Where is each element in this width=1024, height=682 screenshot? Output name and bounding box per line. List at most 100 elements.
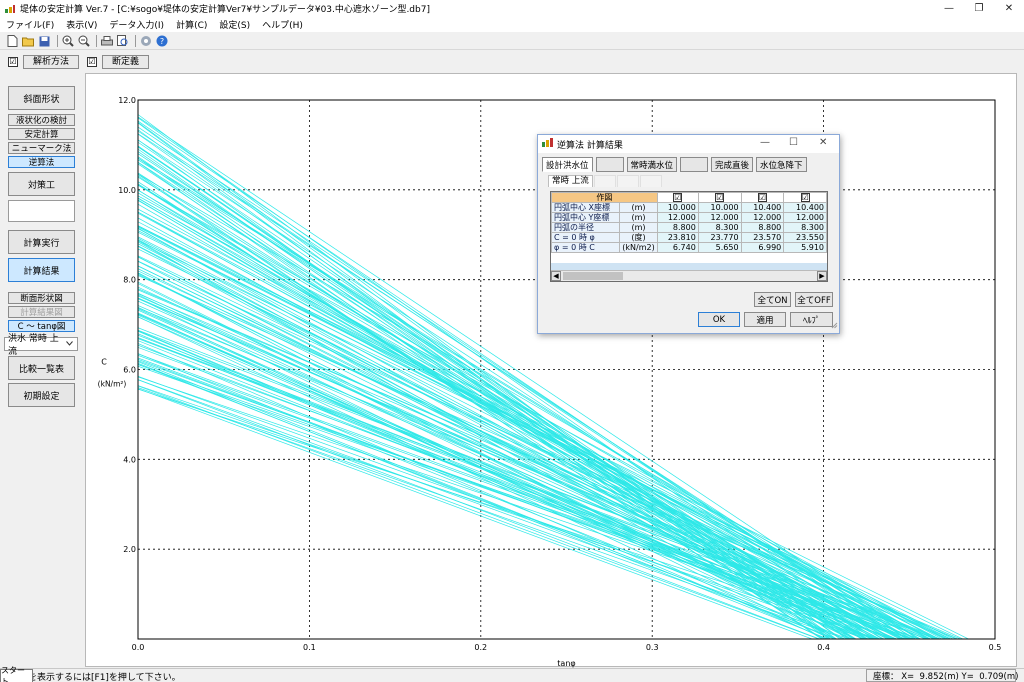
table-cell[interactable]: 12.000 <box>656 212 699 223</box>
menu-view[interactable]: 表示(V) <box>66 18 97 31</box>
table-cell[interactable]: 12.000 <box>783 212 827 223</box>
analysis-method-button[interactable]: 解析方法 <box>23 54 80 69</box>
zoom-in-icon[interactable] <box>61 35 74 48</box>
dialog-maximize-button[interactable]: ☐ <box>789 137 798 148</box>
calculation-result-button[interactable]: 計算結果 <box>8 258 75 282</box>
menu-settings[interactable]: 設定(S) <box>219 18 250 31</box>
menu-calculate[interactable]: 計算(C) <box>176 18 207 31</box>
start-button[interactable]: スタート <box>0 666 33 682</box>
comparison-list-button[interactable]: 比較一覧表 <box>8 356 75 380</box>
table-cell[interactable]: 23.810 <box>656 232 699 243</box>
maximize-button[interactable]: ❐ <box>964 0 994 17</box>
help-button[interactable]: ﾍﾙﾌﾟ <box>790 312 833 327</box>
draw-checkbox[interactable]: ☑ <box>656 192 699 203</box>
close-button[interactable]: ✕ <box>994 0 1024 17</box>
table-cell[interactable]: 10.400 <box>740 202 785 213</box>
table-cell[interactable]: 8.300 <box>783 222 827 233</box>
menu-data-input[interactable]: データ入力(I) <box>109 18 164 31</box>
table-cell[interactable]: 5.910 <box>783 242 827 253</box>
y-tick-label: 8.0 <box>123 276 136 285</box>
dialog-close-button[interactable]: ✕ <box>819 137 827 148</box>
draw-checkbox[interactable]: ☑ <box>697 192 742 203</box>
x-axis-label: tanφ <box>557 659 575 668</box>
checkbox-1[interactable]: ☑ <box>673 193 683 202</box>
table-cell[interactable]: 6.740 <box>656 242 699 253</box>
print-preview-icon[interactable] <box>116 35 129 48</box>
checkbox-2[interactable]: ☑ <box>715 193 725 202</box>
section-figure-button[interactable]: 断面形状図 <box>8 292 75 304</box>
table-cell[interactable]: 10.000 <box>656 202 699 213</box>
scroll-left-arrow[interactable]: ◀ <box>551 271 561 281</box>
table-cell[interactable]: 12.000 <box>697 212 742 223</box>
menu-file[interactable]: ファイル(F) <box>6 18 54 31</box>
zoom-out-icon[interactable] <box>77 35 90 48</box>
result-figure-button[interactable]: 計算結果図 <box>8 306 75 318</box>
checkbox-3[interactable]: ☑ <box>757 193 767 202</box>
case-select[interactable]: 洪水 常時 上流 <box>4 334 78 357</box>
tab-rapid-drawdown[interactable]: 水位急降下 <box>756 157 807 172</box>
table-cell[interactable]: 5.650 <box>697 242 742 253</box>
row-unit: (kN/m2) <box>619 242 658 253</box>
liquefaction-button[interactable]: 液状化の検討 <box>8 114 75 126</box>
tab-design-flood[interactable]: 設計洪水位 <box>542 157 593 172</box>
subtab-empty[interactable] <box>593 175 616 187</box>
table-cell[interactable]: 10.400 <box>783 202 827 213</box>
tab-blank-2[interactable] <box>680 157 709 172</box>
tab-normal-full[interactable]: 常時満水位 <box>626 157 678 172</box>
newmark-button[interactable]: ニューマーク法 <box>8 142 75 154</box>
reverse-analysis-button[interactable]: 逆算法 <box>8 156 75 168</box>
menu-help[interactable]: ヘルプ(H) <box>262 18 303 31</box>
result-dialog: 逆算法 計算結果 — ☐ ✕ 設計洪水位 常時満水位 完成直後 水位急降下 常時… <box>537 134 840 334</box>
settings-icon[interactable] <box>139 35 152 48</box>
scroll-thumb[interactable] <box>563 272 623 280</box>
help-icon[interactable]: ? <box>155 35 168 48</box>
all-on-button[interactable]: 全てON <box>754 292 791 307</box>
save-icon[interactable] <box>38 35 51 48</box>
table-row: 円弧中心 Y座標 (m) 12.000 12.000 12.000 12.000 <box>551 212 827 223</box>
new-file-icon[interactable] <box>6 35 19 48</box>
minimize-button[interactable]: — <box>934 0 964 17</box>
section-definition-checkbox[interactable]: ☑ <box>87 56 98 67</box>
toolbar-separator <box>135 35 136 47</box>
tab-after-completion[interactable]: 完成直後 <box>711 157 754 172</box>
dialog-title: 逆算法 計算結果 <box>557 140 623 151</box>
subtab-empty[interactable] <box>616 175 639 187</box>
subtab-normal-upstream[interactable]: 常時 上流 <box>548 175 593 187</box>
apply-button[interactable]: 適用 <box>744 312 786 327</box>
draw-checkbox[interactable]: ☑ <box>740 192 785 203</box>
table-cell[interactable]: 23.570 <box>740 232 785 243</box>
countermeasure-button[interactable]: 対策工 <box>8 172 75 196</box>
print-icon[interactable] <box>100 35 113 48</box>
table-cell[interactable]: 12.000 <box>740 212 785 223</box>
analysis-method-checkbox[interactable]: ☑ <box>8 56 18 67</box>
row-header: 円弧の半径 <box>551 222 621 233</box>
table-cell[interactable]: 23.770 <box>697 232 742 243</box>
tab-blank-1[interactable] <box>595 157 624 172</box>
table-cell[interactable]: 8.800 <box>740 222 785 233</box>
section-definition-button[interactable]: 断定義 <box>102 54 150 69</box>
dialog-minimize-button[interactable]: — <box>760 137 770 148</box>
stability-calc-button[interactable]: 安定計算 <box>8 128 75 140</box>
subtab-empty[interactable] <box>639 175 662 187</box>
table-cell[interactable]: 8.800 <box>656 222 699 233</box>
row-header: 円弧中心 Y座標 <box>551 212 621 223</box>
resize-grip-icon[interactable] <box>831 322 838 332</box>
horizontal-scrollbar[interactable]: ◀ ▶ <box>551 270 827 281</box>
table-cell[interactable]: 8.300 <box>697 222 742 233</box>
initial-settings-button[interactable]: 初期設定 <box>8 383 75 407</box>
series-line <box>138 307 941 639</box>
all-off-button[interactable]: 全てOFF <box>795 292 833 307</box>
ok-button[interactable]: OK <box>698 312 740 327</box>
table-cell[interactable]: 10.000 <box>697 202 742 213</box>
table-cell[interactable]: 23.550 <box>783 232 827 243</box>
y-tick-label: 4.0 <box>123 455 136 464</box>
scroll-right-arrow[interactable]: ▶ <box>817 271 827 281</box>
series-line <box>138 292 897 639</box>
open-folder-icon[interactable] <box>22 35 35 48</box>
run-calculation-button[interactable]: 計算実行 <box>8 230 75 254</box>
draw-checkbox[interactable]: ☑ <box>783 192 827 203</box>
table-cell[interactable]: 6.990 <box>740 242 785 253</box>
sidebar: 斜面形状 液状化の検討 安定計算 ニューマーク法 逆算法 対策工 計算実行 計算… <box>0 73 80 667</box>
checkbox-4[interactable]: ☑ <box>800 193 810 202</box>
slope-shape-button[interactable]: 斜面形状 <box>8 86 75 110</box>
